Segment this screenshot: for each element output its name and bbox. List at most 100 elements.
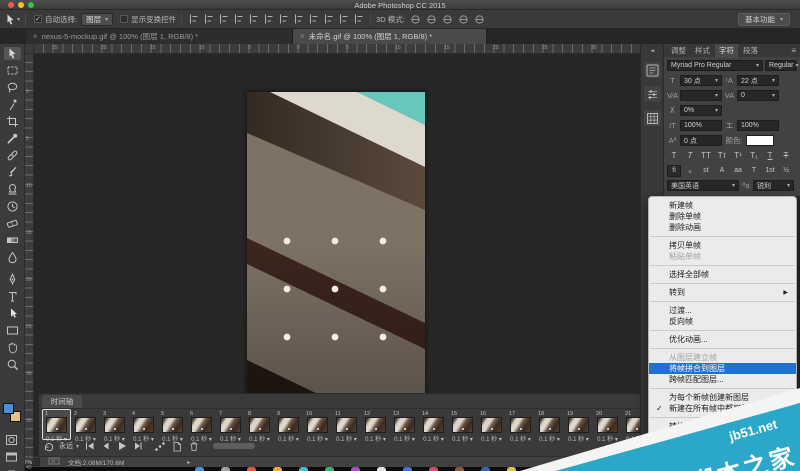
distribute-left-icon[interactable] — [322, 13, 335, 26]
frame-thumbnail[interactable] — [75, 417, 96, 433]
menu-item-18[interactable]: 跨帧匹配图层... — [649, 374, 796, 385]
distribute-horizontal-icon[interactable] — [337, 13, 350, 26]
menu-item-1[interactable]: 删除单帧 — [649, 211, 796, 222]
foreground-color-swatch[interactable] — [3, 403, 14, 414]
timeline-tab[interactable]: 时间轴 — [42, 395, 82, 408]
frame-thumbnail[interactable] — [597, 417, 618, 433]
horizontal-ruler[interactable]: 25 20 15 10 5 0 5 10 15 20 25 30 — [34, 44, 640, 54]
lasso-tool[interactable] — [4, 81, 21, 94]
frame-8[interactable]: 8 0.1 秒 ▾ — [246, 410, 273, 443]
frame-4[interactable]: 4 0.1 秒 ▾ — [130, 410, 157, 443]
frame-19[interactable]: 19 0.1 秒 ▾ — [565, 410, 592, 443]
new-frame-button[interactable] — [171, 441, 183, 452]
ligatures-button[interactable]: fi — [667, 164, 681, 177]
ordinals-button[interactable]: 1st — [763, 165, 777, 177]
distribute-bottom-icon[interactable] — [307, 13, 320, 26]
frame-thumbnail[interactable] — [423, 417, 444, 433]
3d-pan-icon[interactable] — [441, 13, 454, 26]
auto-select-checkbox[interactable]: ✓ — [34, 15, 43, 23]
screen-mode-button[interactable] — [4, 451, 19, 463]
path-select-tool[interactable] — [4, 307, 21, 320]
frame-delay[interactable]: 0.1 秒 ▾ — [567, 434, 590, 443]
dock-app-icon[interactable] — [455, 467, 464, 471]
proportional-spacing-field[interactable]: 0% ▾ — [680, 105, 722, 116]
dock-app-icon[interactable] — [533, 467, 542, 471]
frame-5[interactable]: 5 0.1 秒 ▾ — [159, 410, 186, 443]
menu-item-11[interactable]: 过渡... — [649, 305, 796, 316]
discretionary-ligatures-button[interactable]: st — [699, 165, 713, 177]
superscript-button[interactable]: T¹ — [731, 150, 745, 162]
anti-alias-dropdown[interactable]: 锐利 ▾ — [753, 180, 794, 191]
dock-app-icon[interactable] — [507, 467, 516, 471]
frame-17[interactable]: 17 0.1 秒 ▾ — [507, 410, 534, 443]
brush-tool[interactable] — [4, 166, 21, 179]
menu-item-7[interactable]: 选择全部帧 — [649, 269, 796, 280]
tool-preset-caret-icon[interactable]: ▾ — [17, 16, 20, 23]
3d-scale-icon[interactable] — [473, 13, 486, 26]
frame-20[interactable]: 20 0.1 秒 ▾ — [594, 410, 621, 443]
vertical-scale-field[interactable]: 100% — [680, 120, 722, 131]
tween-button[interactable] — [154, 441, 166, 452]
status-options-arrow-icon[interactable]: ▸ — [187, 459, 190, 466]
3d-roll-icon[interactable] — [425, 13, 438, 26]
frame-thumbnail[interactable] — [307, 417, 328, 433]
swash-button[interactable]: A — [715, 165, 729, 177]
delete-frame-button[interactable] — [188, 441, 200, 452]
kerning-field[interactable]: ▾ — [680, 90, 722, 101]
align-right-edges-icon[interactable] — [262, 13, 275, 26]
horizontal-scale-field[interactable]: 100% — [737, 120, 779, 131]
dock-app-icon[interactable] — [429, 467, 438, 471]
frame-thumbnail[interactable] — [46, 417, 67, 433]
frame-15[interactable]: 15 0.1 秒 ▾ — [449, 410, 476, 443]
eyedropper-tool[interactable] — [4, 132, 21, 145]
gradient-tool[interactable] — [4, 234, 21, 247]
previous-frame-button[interactable] — [100, 441, 111, 451]
show-transform-checkbox[interactable] — [120, 15, 129, 23]
font-style-dropdown[interactable]: Regular ▾ — [765, 60, 799, 71]
faux-italic-button[interactable]: T — [683, 150, 697, 162]
marquee-tool[interactable] — [4, 64, 21, 77]
frame-thumbnail[interactable] — [162, 417, 183, 433]
workspace-button[interactable]: 基本功能 ▾ — [737, 13, 790, 26]
frame-12[interactable]: 12 0.1 秒 ▾ — [362, 410, 389, 443]
menu-item-2[interactable]: 删除动画 — [649, 222, 796, 233]
dock-app-icon[interactable] — [195, 467, 204, 471]
3d-rotate-icon[interactable] — [409, 13, 422, 26]
frame-13[interactable]: 13 0.1 秒 ▾ — [391, 410, 418, 443]
leading-field[interactable]: 22 点 ▾ — [737, 75, 779, 86]
dock-app-icon[interactable] — [299, 467, 308, 471]
frame-6[interactable]: 6 0.1 秒 ▾ — [188, 410, 215, 443]
align-bottom-edges-icon[interactable] — [217, 13, 230, 26]
menu-item-21[interactable]: ✓ 新建在所有帧中都可见的图层 — [649, 403, 796, 414]
frame-11[interactable]: 11 0.1 秒 ▾ — [333, 410, 360, 443]
frame-thumbnail[interactable] — [568, 417, 589, 433]
properties-panel-icon[interactable] — [643, 86, 661, 102]
info-panel-icon[interactable] — [643, 110, 661, 126]
align-left-edges-icon[interactable] — [232, 13, 245, 26]
frame-thumbnail[interactable] — [191, 417, 212, 433]
frame-thumbnail[interactable] — [220, 417, 241, 433]
menu-item-25[interactable]: 面板选项... — [649, 439, 796, 450]
titling-alternates-button[interactable]: T — [747, 165, 761, 177]
clone-stamp-tool[interactable] — [4, 183, 21, 196]
crop-tool[interactable] — [4, 115, 21, 128]
menu-item-20[interactable]: 为每个新帧创建新图层 — [649, 392, 796, 403]
font-size-field[interactable]: 30 点 ▾ — [680, 75, 722, 86]
3d-slide-icon[interactable] — [457, 13, 470, 26]
vertical-ruler[interactable]: 50510152025303540 — [25, 42, 34, 471]
small-caps-button[interactable]: Tᴛ — [715, 150, 729, 162]
align-vertical-centers-icon[interactable] — [202, 13, 215, 26]
distribute-top-icon[interactable] — [277, 13, 290, 26]
auto-select-dropdown[interactable]: 图层 ▾ — [81, 12, 114, 26]
frame-thumbnail[interactable] — [365, 417, 386, 433]
panel-menu-icon[interactable]: ≡ — [791, 46, 796, 55]
dock-app-icon[interactable] — [273, 467, 282, 471]
tab-styles[interactable]: 样式 — [691, 43, 714, 58]
frame-thumbnail[interactable] — [249, 417, 270, 433]
language-dropdown[interactable]: 美国英语 ▾ — [667, 180, 739, 191]
fractions-button[interactable]: ½ — [779, 165, 793, 177]
align-horizontal-centers-icon[interactable] — [247, 13, 260, 26]
type-tool[interactable] — [4, 290, 21, 303]
dock-app-icon[interactable] — [481, 467, 490, 471]
tab-adjustments[interactable]: 调整 — [667, 43, 690, 58]
